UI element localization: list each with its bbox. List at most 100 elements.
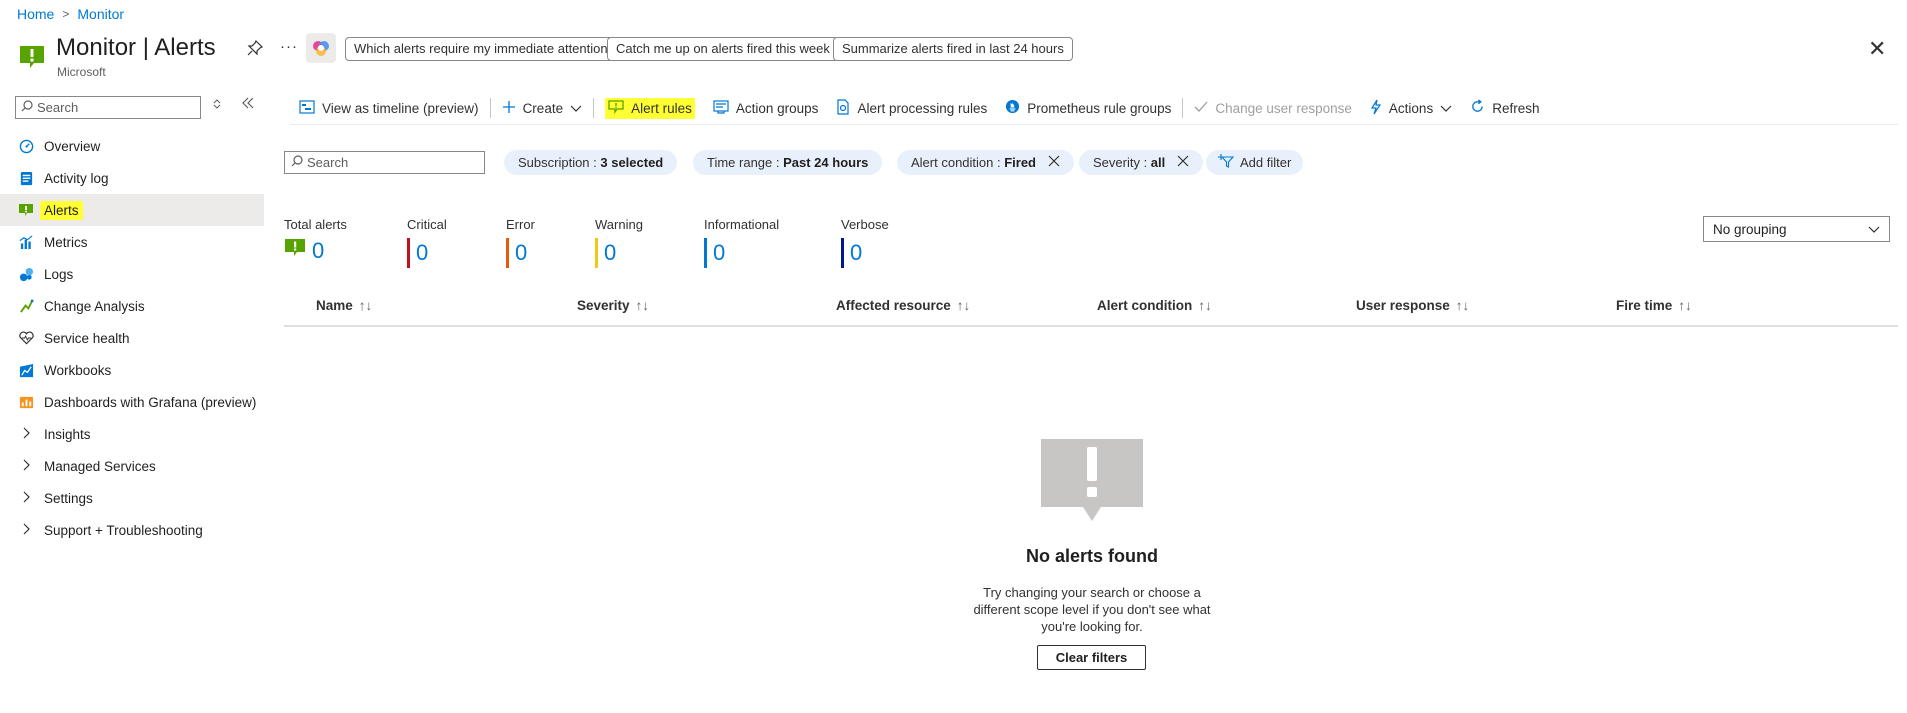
summary-total[interactable]: Total alerts 0 [284,217,347,264]
search-icon [21,100,33,115]
empty-state-title: No alerts found [1025,546,1158,566]
total-alerts-icon [284,238,306,264]
nav-item-label: Alerts [40,200,83,220]
nav-item-settings[interactable]: Settings [0,482,264,514]
grouping-selected: No grouping [1713,221,1787,237]
nav-item-support-troubleshooting[interactable]: Support + Troubleshooting [0,514,264,546]
column-header-affected-resource[interactable]: Affected resource ↑↓ [836,298,970,313]
column-header-name[interactable]: Name ↑↓ [316,298,372,313]
nav-item-insights[interactable]: Insights [0,418,264,450]
breadcrumb-home-link[interactable]: Home [17,6,54,22]
summary-critical-value: 0 [416,240,429,265]
monitor-alerts-icon [18,43,46,71]
close-icon[interactable]: ✕ [1868,36,1886,62]
nav-item-overview[interactable]: Overview [0,130,264,162]
alert-processing-rules-button[interactable]: Alert processing rules [827,94,996,122]
nav-search-placeholder: Search [37,100,79,115]
nav-item-label: Settings [44,490,93,506]
create-button[interactable]: Create [493,94,592,122]
prompt-fired-this-week-button[interactable]: Catch me up on alerts fired this week [607,37,839,61]
alert-condition-filter-pill[interactable]: Alert condition : Fired [897,150,1075,175]
critical-stripe [407,238,410,268]
summary-critical[interactable]: Critical 0 [407,217,447,268]
ellipsis-icon[interactable]: ··· [280,38,298,55]
add-filter-button[interactable]: Add filter [1206,150,1304,175]
informational-stripe [704,238,707,268]
summary-verbose-label: Verbose [841,217,889,232]
column-header-label: Name [316,298,353,313]
filter-label: Alert condition : Fired [911,155,1036,170]
service-health-icon [18,330,34,346]
column-header-severity[interactable]: Severity ↑↓ [577,298,649,313]
view-as-timeline-button[interactable]: View as timeline (preview) [290,94,488,122]
sort-icon: ↑↓ [635,298,650,313]
nav-item-label: Managed Services [44,458,156,474]
breadcrumb-monitor-link[interactable]: Monitor [77,6,124,22]
time-range-filter-value: Past 24 hours [783,155,869,170]
time-range-filter-key: Time range : [707,155,784,170]
nav-item-logs[interactable]: Logs [0,258,264,290]
severity-filter-value: all [1150,155,1166,170]
search-icon [291,155,303,170]
refresh-icon [1470,99,1485,117]
nav-item-managed-services[interactable]: Managed Services [0,450,264,482]
summary-error[interactable]: Error 0 [506,217,535,268]
nav-item-activity-log[interactable]: Activity log [0,162,264,194]
summary-warning-label: Warning [595,217,643,232]
left-nav: Overview Activity log Alerts Metrics Log… [0,130,264,546]
alert-condition-filter-value: Fired [1004,155,1037,170]
clear-filters-button[interactable]: Clear filters [1037,645,1146,670]
remove-filter-icon[interactable] [1177,154,1189,171]
nav-item-grafana[interactable]: Dashboards with Grafana (preview) [0,386,264,418]
prompt-last-24-hours-button[interactable]: Summarize alerts fired in last 24 hours [833,37,1073,61]
copilot-icon[interactable] [306,33,336,63]
actions-button[interactable]: Actions [1361,94,1461,122]
toolbar-divider [1182,98,1184,118]
sort-icon: ↑↓ [956,298,971,313]
severity-filter-pill[interactable]: Severity : all [1079,150,1204,175]
nav-item-label: Metrics [44,234,88,250]
toolbar-divider [489,98,491,118]
breadcrumb: Home > Monitor [17,6,124,22]
summary-total-label: Total alerts [284,217,347,232]
action-groups-button[interactable]: Action groups [704,94,828,122]
no-alerts-illustration-icon [1041,439,1143,523]
warning-stripe [595,238,598,268]
subscription-filter-pill[interactable]: Subscription : 3 selected [504,150,678,175]
chevron-right-icon [18,459,34,474]
metrics-icon [18,234,34,250]
prompt-immediate-attention-button[interactable]: Which alerts require my immediate attent… [345,37,617,61]
nav-item-change-analysis[interactable]: Change Analysis [0,290,264,322]
nav-item-alerts[interactable]: Alerts [0,194,264,226]
summary-informational[interactable]: Informational 0 [704,217,779,268]
nav-item-metrics[interactable]: Metrics [0,226,264,258]
column-header-fire-time[interactable]: Fire time ↑↓ [1616,298,1692,313]
prometheus-rule-groups-label: Prometheus rule groups [1027,100,1172,116]
nav-item-service-health[interactable]: Service health [0,322,264,354]
alerts-search-placeholder: Search [307,155,349,170]
alert-rules-button[interactable]: Alert rules [596,94,704,122]
sort-toggle-icon[interactable] [212,98,222,113]
timeline-icon [299,99,315,117]
time-range-filter-pill[interactable]: Time range : Past 24 hours [693,150,883,175]
column-header-alert-condition[interactable]: Alert condition ↑↓ [1097,298,1212,313]
column-header-user-response[interactable]: User response ↑↓ [1356,298,1469,313]
refresh-button[interactable]: Refresh [1461,94,1548,122]
collapse-nav-icon[interactable] [241,96,255,113]
grouping-dropdown[interactable]: No grouping [1703,216,1890,242]
summary-warning[interactable]: Warning 0 [595,217,643,268]
summary-verbose[interactable]: Verbose 0 [841,217,889,268]
remove-filter-icon[interactable] [1048,154,1060,171]
alert-rules-label: Alert rules [631,100,692,116]
chevron-down-icon [1868,222,1880,237]
prometheus-rule-groups-button[interactable]: Prometheus rule groups [996,94,1180,122]
refresh-label: Refresh [1492,100,1540,116]
summary-total-value: 0 [312,238,325,263]
nav-search-input[interactable]: Search [15,96,201,119]
change-user-response-button[interactable]: Change user response [1185,94,1361,122]
alerts-search-input[interactable]: Search [284,151,485,174]
nav-item-workbooks[interactable]: Workbooks [0,354,264,386]
subscription-filter-key: Subscription : [518,155,601,170]
chevron-right-icon [18,491,34,506]
pin-icon[interactable] [247,39,264,60]
